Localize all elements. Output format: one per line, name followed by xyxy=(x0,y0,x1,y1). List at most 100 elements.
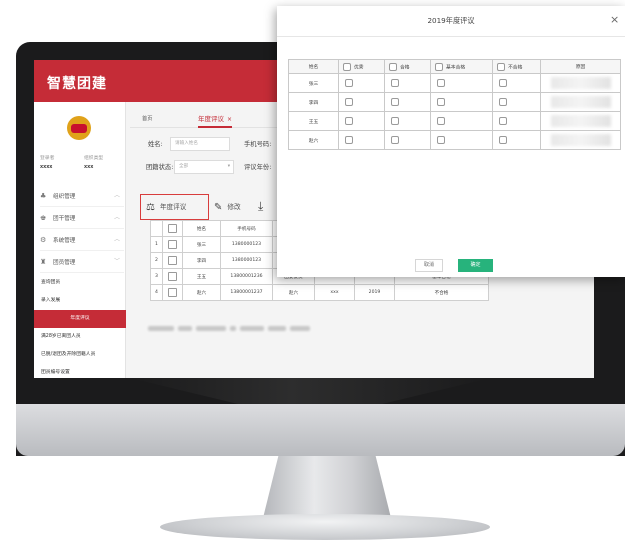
row-number: 2 xyxy=(150,252,163,269)
name-search-input[interactable]: 请输入姓名 xyxy=(170,137,230,151)
row-checkbox[interactable] xyxy=(168,256,177,265)
chevron-down-icon: ▾ xyxy=(227,164,230,169)
sidebar-group-org[interactable]: ♣ 组织管理 ︿ xyxy=(40,185,124,207)
chevron-up-icon: ︿ xyxy=(113,236,120,243)
annual-review-button[interactable]: ⚖ 年度评议 xyxy=(146,201,186,213)
tab-home[interactable]: 首页 xyxy=(142,110,152,128)
result-cell: 不合格 xyxy=(394,284,489,301)
basic-checkbox[interactable] xyxy=(437,136,445,144)
option-qualified xyxy=(384,111,431,131)
sidebar-group-members[interactable]: ♜ 团员管理 ﹀ xyxy=(40,251,124,273)
sidebar-item-expelled[interactable]: 已脱/退团及开除团籍人员 xyxy=(34,346,126,364)
org-icon: ♣ xyxy=(40,192,47,200)
reason-input[interactable] xyxy=(540,130,621,150)
user-label: 登录者 xyxy=(40,156,55,161)
unqualified-checkbox[interactable] xyxy=(499,136,507,144)
option-qualified xyxy=(384,92,431,112)
sidebar-item-annual-review[interactable]: 年度评议 xyxy=(34,310,126,328)
reason-blurred xyxy=(550,77,611,89)
sidebar-group-label: 组织管理 xyxy=(53,194,76,200)
cancel-button[interactable]: 取消 xyxy=(415,259,443,272)
name-cell: 张三 xyxy=(182,236,221,253)
phone-filter-label: 手机号码: xyxy=(244,141,272,148)
basic-checkbox[interactable] xyxy=(437,98,445,106)
review-row: 赵六 xyxy=(288,130,621,150)
phone-cell: 13800001237 xyxy=(220,284,273,301)
sidebar-item-over-28[interactable]: 满28岁已离团人员 xyxy=(34,328,126,346)
reason-input[interactable] xyxy=(540,92,621,112)
header-excellent: 优秀 xyxy=(338,59,385,74)
row-number: 3 xyxy=(150,268,163,285)
monitor-stand-neck xyxy=(263,456,391,518)
name-cell: 赵六 xyxy=(182,284,221,301)
chevron-up-icon: ︿ xyxy=(113,192,120,199)
excellent-checkbox[interactable] xyxy=(345,98,353,106)
reason-input[interactable] xyxy=(540,111,621,131)
option-qualified xyxy=(384,73,431,93)
option-unqualified xyxy=(492,92,541,112)
qualified-checkbox[interactable] xyxy=(391,136,399,144)
basic-checkbox[interactable] xyxy=(437,117,445,125)
option-unqualified xyxy=(492,111,541,131)
pagination-blurred xyxy=(148,316,314,331)
unqualified-checkbox[interactable] xyxy=(499,117,507,125)
row-checkbox[interactable] xyxy=(168,240,177,249)
row-checkbox-cell xyxy=(162,284,183,301)
phone-cell: 13800001236 xyxy=(220,268,273,285)
sidebar-group-label: 团干管理 xyxy=(53,216,76,222)
qualified-select-all-checkbox[interactable] xyxy=(389,62,397,71)
edit-label: 修改 xyxy=(227,203,241,211)
header-unqualified-label: 不合格 xyxy=(508,65,523,70)
row-checkbox[interactable] xyxy=(168,288,177,297)
option-unqualified xyxy=(492,130,541,150)
unqualified-checkbox[interactable] xyxy=(499,79,507,87)
reason-blurred xyxy=(550,96,611,108)
people-icon: ♚ xyxy=(40,214,47,222)
name-cell: 李四 xyxy=(182,252,221,269)
unqualified-checkbox[interactable] xyxy=(499,98,507,106)
close-icon[interactable]: × xyxy=(227,116,232,123)
tab-annual-review[interactable]: 年度评议 × xyxy=(198,110,233,128)
user-info-org-type: 组织类型 xxx xyxy=(84,154,103,170)
basic-checkbox[interactable] xyxy=(437,79,445,87)
excellent-select-all-checkbox[interactable] xyxy=(343,62,351,71)
qualified-checkbox[interactable] xyxy=(391,117,399,125)
user-value: xxxx xyxy=(40,165,53,170)
phone-cell: 1380000123 xyxy=(220,236,273,253)
close-icon[interactable]: × xyxy=(610,13,619,26)
row-checkbox-cell xyxy=(162,252,183,269)
qualified-checkbox[interactable] xyxy=(391,98,399,106)
review-name: 李四 xyxy=(288,92,339,112)
edit-button[interactable]: ✎ 修改 xyxy=(214,201,241,213)
monitor-chin xyxy=(16,404,625,456)
table-row[interactable]: 4 赵六 13800001237 赵六 xxx 2019 不合格 xyxy=(150,284,489,301)
row-checkbox-cell xyxy=(162,236,183,253)
option-basic xyxy=(430,111,493,131)
header-qualified-label: 合格 xyxy=(400,65,410,70)
sidebar-item-member-number[interactable]: 团员编号设置 xyxy=(34,364,126,378)
confirm-button[interactable]: 确定 xyxy=(458,259,493,272)
select-all-checkbox[interactable] xyxy=(168,224,177,233)
org-type-value: xxx xyxy=(84,165,94,170)
option-basic xyxy=(430,73,493,93)
excellent-checkbox[interactable] xyxy=(345,136,353,144)
reason-input[interactable] xyxy=(540,73,621,93)
download-button[interactable]: ⤓ xyxy=(258,199,268,214)
sidebar-group-system[interactable]: ⚙ 系统管理 ︿ xyxy=(40,229,124,251)
sidebar-item-query-members[interactable]: 查询团员 xyxy=(34,274,126,292)
excellent-checkbox[interactable] xyxy=(345,117,353,125)
annual-review-label: 年度评议 xyxy=(159,203,187,211)
sidebar-item-enroll[interactable]: 录入发展 xyxy=(34,292,126,310)
sidebar-group-label: 团员管理 xyxy=(53,260,76,266)
status-select[interactable]: 全部 ▾ xyxy=(174,160,234,174)
basic-select-all-checkbox[interactable] xyxy=(435,62,443,71)
review-row: 李四 xyxy=(288,92,621,112)
status-select-value: 全部 xyxy=(179,164,189,169)
option-qualified xyxy=(384,130,431,150)
unqualified-select-all-checkbox[interactable] xyxy=(497,62,505,71)
excellent-checkbox[interactable] xyxy=(345,79,353,87)
qualified-checkbox[interactable] xyxy=(391,79,399,87)
sidebar-group-cadres[interactable]: ♚ 团干管理 ︿ xyxy=(40,207,124,229)
reason-blurred xyxy=(550,134,611,146)
row-checkbox[interactable] xyxy=(168,272,177,281)
